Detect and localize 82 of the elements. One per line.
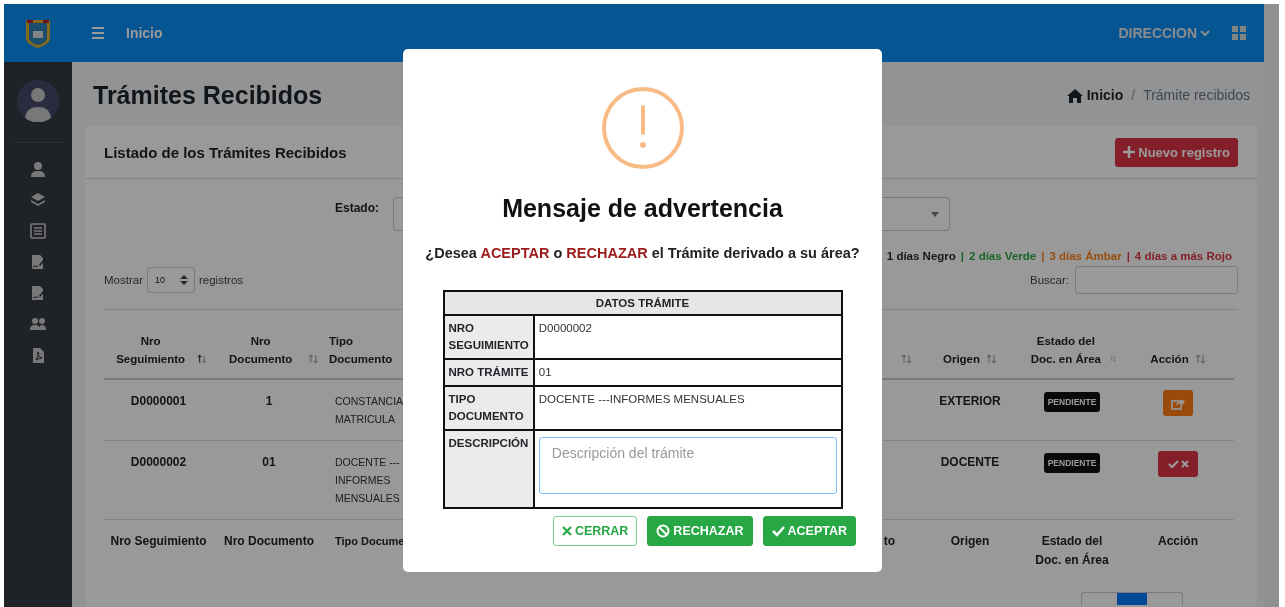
legend-item: 3 días Ámbar [1049,250,1122,262]
layers-icon[interactable] [30,192,46,208]
column-header[interactable]: Origen [942,350,981,368]
column-header[interactable]: Acción [1150,350,1189,368]
column-footer: Estado del Doc. en Área [1035,534,1109,567]
legend-separator: | [960,250,965,262]
legend-separator: | [1041,250,1045,262]
check-cross-icon [1167,458,1189,470]
dialog-title: Mensaje de advertencia [502,194,783,223]
tracking-number: D0000002 [130,455,187,469]
tracking-number: D0000001 [130,394,187,408]
signature-icon[interactable] [30,254,46,270]
column-header[interactable]: Nro Seguimiento [110,332,192,368]
new-record-button[interactable]: Nuevo registro [1115,137,1238,167]
field-value: 01 [538,366,552,378]
origin: DOCENTE [940,455,1000,469]
search-label: Buscar: [1030,274,1069,286]
legend-item: 1 días Negro [886,250,956,262]
legend-item: 2 días Verde [969,250,1037,262]
caret-down-icon [931,211,939,217]
dialog-question: ¿Desea ACEPTAR o RECHAZAR el Trámite derivado a su área? [425,245,860,261]
column-footer: Origen [950,534,990,548]
column-footer: Tipo Docume [335,535,405,547]
home-icon [1066,87,1083,103]
check-icon [771,525,785,537]
pdf-file-icon[interactable] [30,347,46,363]
crest-logo-icon [24,18,52,48]
document-type: DOCENTE --- INFORMES MENSUALES [335,456,400,504]
document-type: CONSTANCIA MATRICULA [335,395,403,425]
ban-icon [656,524,671,538]
grid-icon[interactable] [1232,26,1246,40]
field-label: NRO TRÁMITE [443,359,534,386]
sidebar-brand[interactable] [4,4,72,62]
list-icon[interactable] [30,223,46,239]
field-label: DESCRIPCIÓN [443,430,534,508]
document-number: 1 [265,394,273,408]
chevron-down-icon [1200,29,1210,37]
pagination[interactable] [1081,592,1183,605]
length-label: registros [199,274,244,286]
avatar-icon [17,80,59,122]
sort-caret-icon [180,275,188,285]
column-header[interactable]: Nro Documento [219,332,303,368]
document-number: 01 [262,455,276,469]
column-footer: to [883,534,895,548]
legend-separator: | [1126,250,1130,262]
column-header[interactable]: Tipo Documento [329,332,399,368]
field-label: NRO SEGUIMIENTO [443,315,534,359]
origin: EXTERIOR [939,394,1001,408]
menu-icon[interactable] [92,27,104,39]
share-icon [1171,396,1185,410]
sort-icon[interactable] [197,354,207,364]
field-value: D0000002 [538,322,592,334]
page-title: Trámites Recibidos [93,80,323,110]
field-label: Estado: [335,200,379,215]
warning-icon [600,86,685,170]
breadcrumb-current: Trámite recibidos [1143,87,1250,103]
close-button[interactable]: CERRAR [552,516,638,546]
accept-reject-button[interactable] [1158,451,1198,477]
column-footer: Acción [1158,534,1198,548]
close-icon [561,526,572,536]
forward-button[interactable] [1163,390,1193,416]
field-value: DOCENTE ---INFORMES MENSUALES [538,393,745,405]
legend-item: 4 días a más Rojo [1134,250,1232,262]
scrollbar[interactable] [1264,4,1279,607]
column-footer: Nro Documento [224,534,314,548]
column-footer: Nro Seguimiento [110,534,207,548]
status-badge: PENDIENTE [1043,453,1101,473]
search-field[interactable] [1075,266,1238,294]
card-title: Listado de los Trámites Recibidos [104,143,347,161]
field-label: TIPO DOCUMENTO [443,386,534,430]
status-badge: PENDIENTE [1043,392,1101,412]
description-field[interactable]: Descripción del trámite [538,437,837,494]
length-label: Mostrar [104,274,143,286]
plus-icon [1123,146,1136,158]
table-heading: DATOS TRÁMITE [443,291,842,315]
breadcrumb-link[interactable]: Inicio [1066,87,1124,103]
user-icon[interactable] [30,161,46,177]
signature-icon[interactable] [30,285,46,301]
users-icon[interactable] [30,316,46,332]
page-length-select[interactable]: 10 [147,267,195,293]
breadcrumb-separator: / [1131,87,1136,103]
column-header[interactable]: Estado del Doc. en Área [1028,332,1104,368]
